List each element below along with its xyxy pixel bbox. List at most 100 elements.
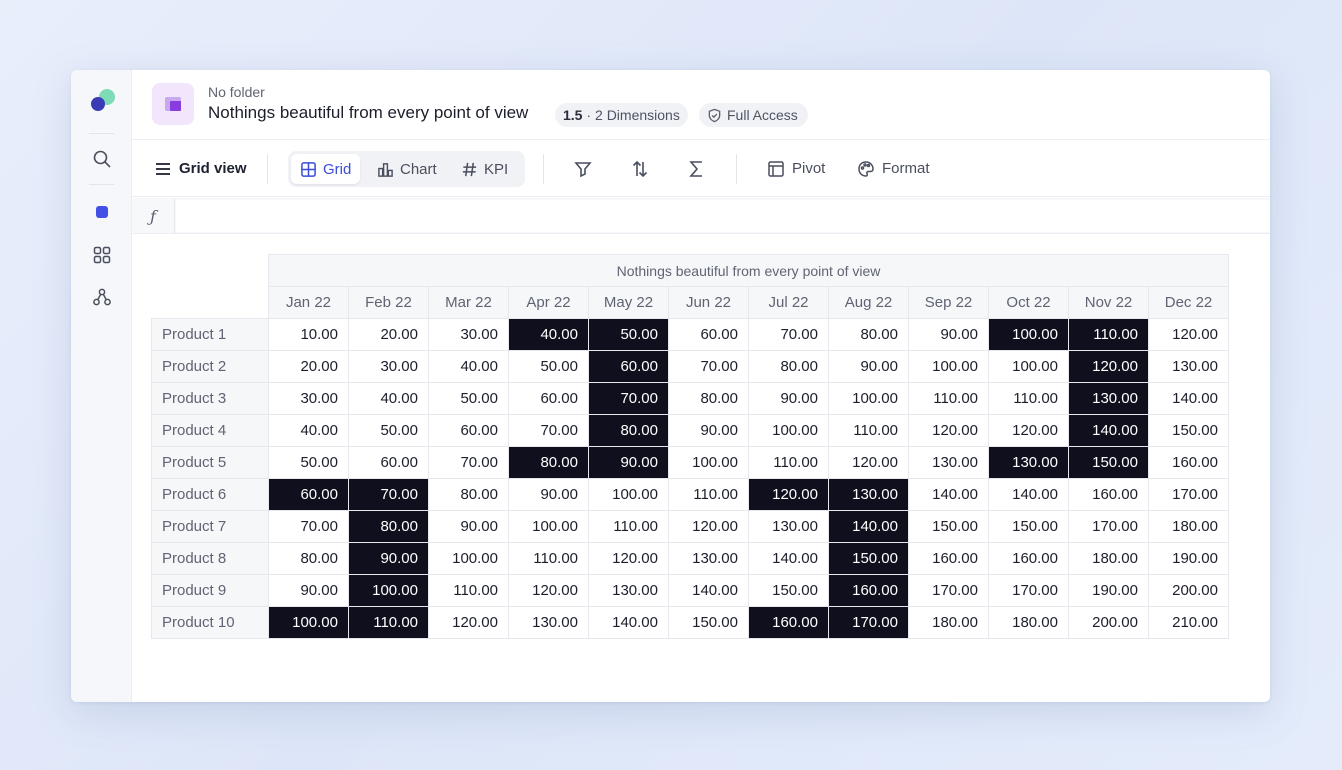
data-cell[interactable]: 130.00 (588, 574, 669, 607)
row-header[interactable]: Product 10 (151, 606, 269, 639)
column-header[interactable]: Jan 22 (268, 286, 349, 319)
column-header[interactable]: Sep 22 (908, 286, 989, 319)
data-cell[interactable]: 120.00 (508, 574, 589, 607)
data-cell[interactable]: 50.00 (268, 446, 349, 479)
data-cell[interactable]: 20.00 (268, 350, 349, 383)
sigma-icon[interactable] (683, 155, 711, 183)
data-cell[interactable]: 60.00 (348, 446, 429, 479)
data-cell[interactable]: 150.00 (668, 606, 749, 639)
highlighted-cell[interactable]: 110.00 (1068, 318, 1149, 351)
data-cell[interactable]: 80.00 (668, 382, 749, 415)
function-icon[interactable]: ƒ (132, 198, 175, 234)
data-cell[interactable]: 80.00 (268, 542, 349, 575)
row-header[interactable]: Product 3 (151, 382, 269, 415)
data-cell[interactable]: 180.00 (908, 606, 989, 639)
row-header[interactable]: Product 9 (151, 574, 269, 607)
data-cell[interactable]: 150.00 (988, 510, 1069, 543)
data-cell[interactable]: 100.00 (828, 382, 909, 415)
data-cell[interactable]: 110.00 (988, 382, 1069, 415)
data-cell[interactable]: 80.00 (428, 478, 509, 511)
data-cell[interactable]: 130.00 (748, 510, 829, 543)
data-cell[interactable]: 160.00 (988, 542, 1069, 575)
highlighted-cell[interactable]: 60.00 (268, 478, 349, 511)
data-cell[interactable]: 120.00 (908, 414, 989, 447)
data-cell[interactable]: 90.00 (748, 382, 829, 415)
data-cell[interactable]: 90.00 (508, 478, 589, 511)
data-cell[interactable]: 140.00 (748, 542, 829, 575)
data-cell[interactable]: 140.00 (668, 574, 749, 607)
data-cell[interactable]: 100.00 (988, 350, 1069, 383)
row-header[interactable]: Product 5 (151, 446, 269, 479)
data-cell[interactable]: 90.00 (428, 510, 509, 543)
column-header[interactable]: Oct 22 (988, 286, 1069, 319)
data-cell[interactable]: 160.00 (1148, 446, 1229, 479)
connections-icon[interactable] (88, 283, 116, 311)
document-title[interactable]: Nothings beautiful from every point of v… (208, 103, 528, 123)
tab-chart[interactable]: Chart (368, 154, 446, 184)
highlighted-cell[interactable]: 150.00 (1068, 446, 1149, 479)
highlighted-cell[interactable]: 140.00 (1068, 414, 1149, 447)
highlighted-cell[interactable]: 120.00 (748, 478, 829, 511)
data-cell[interactable]: 110.00 (508, 542, 589, 575)
data-cell[interactable]: 150.00 (748, 574, 829, 607)
highlighted-cell[interactable]: 80.00 (508, 446, 589, 479)
data-cell[interactable]: 40.00 (428, 350, 509, 383)
row-header[interactable]: Product 2 (151, 350, 269, 383)
data-cell[interactable]: 200.00 (1148, 574, 1229, 607)
data-cell[interactable]: 70.00 (508, 414, 589, 447)
column-header[interactable]: Nov 22 (1068, 286, 1149, 319)
tab-grid[interactable]: Grid (291, 154, 361, 184)
data-cell[interactable]: 30.00 (268, 382, 349, 415)
column-header[interactable]: Jun 22 (668, 286, 749, 319)
data-cell[interactable]: 110.00 (828, 414, 909, 447)
highlighted-cell[interactable]: 90.00 (588, 446, 669, 479)
data-cell[interactable]: 100.00 (748, 414, 829, 447)
data-cell[interactable]: 110.00 (428, 574, 509, 607)
data-cell[interactable]: 120.00 (1148, 318, 1229, 351)
data-cell[interactable]: 30.00 (348, 350, 429, 383)
row-header[interactable]: Product 6 (151, 478, 269, 511)
data-cell[interactable]: 160.00 (908, 542, 989, 575)
column-header[interactable]: Aug 22 (828, 286, 909, 319)
row-header[interactable]: Product 8 (151, 542, 269, 575)
data-cell[interactable]: 110.00 (588, 510, 669, 543)
highlighted-cell[interactable]: 160.00 (828, 574, 909, 607)
data-cell[interactable]: 10.00 (268, 318, 349, 351)
highlighted-cell[interactable]: 70.00 (348, 478, 429, 511)
data-cell[interactable]: 180.00 (988, 606, 1069, 639)
data-cell[interactable]: 90.00 (268, 574, 349, 607)
data-cell[interactable]: 130.00 (508, 606, 589, 639)
data-cell[interactable]: 90.00 (828, 350, 909, 383)
highlighted-cell[interactable]: 130.00 (988, 446, 1069, 479)
highlighted-cell[interactable]: 130.00 (828, 478, 909, 511)
highlighted-cell[interactable]: 80.00 (348, 510, 429, 543)
row-header[interactable]: Product 7 (151, 510, 269, 543)
column-header[interactable]: Feb 22 (348, 286, 429, 319)
version-badge[interactable]: 1.5 · 2 Dimensions (555, 103, 688, 127)
data-cell[interactable]: 120.00 (668, 510, 749, 543)
data-cell[interactable]: 160.00 (1068, 478, 1149, 511)
data-cell[interactable]: 170.00 (908, 574, 989, 607)
filter-icon[interactable] (569, 155, 597, 183)
formula-input[interactable] (176, 200, 1270, 232)
data-cell[interactable]: 150.00 (1148, 414, 1229, 447)
data-cell[interactable]: 60.00 (668, 318, 749, 351)
data-cell[interactable]: 90.00 (668, 414, 749, 447)
highlighted-cell[interactable]: 110.00 (348, 606, 429, 639)
highlighted-cell[interactable]: 60.00 (588, 350, 669, 383)
data-cell[interactable]: 60.00 (428, 414, 509, 447)
data-cell[interactable]: 120.00 (988, 414, 1069, 447)
data-cell[interactable]: 140.00 (908, 478, 989, 511)
apps-grid-icon[interactable] (88, 241, 116, 269)
data-cell[interactable]: 110.00 (668, 478, 749, 511)
data-cell[interactable]: 180.00 (1148, 510, 1229, 543)
format-button[interactable]: Format (857, 140, 930, 197)
data-cell[interactable]: 70.00 (668, 350, 749, 383)
highlighted-cell[interactable]: 100.00 (268, 606, 349, 639)
highlighted-cell[interactable]: 100.00 (348, 574, 429, 607)
data-cell[interactable]: 50.00 (428, 382, 509, 415)
grid-view-menu[interactable]: Grid view (154, 140, 247, 197)
data-cell[interactable]: 210.00 (1148, 606, 1229, 639)
data-cell[interactable]: 190.00 (1148, 542, 1229, 575)
data-cell[interactable]: 130.00 (908, 446, 989, 479)
